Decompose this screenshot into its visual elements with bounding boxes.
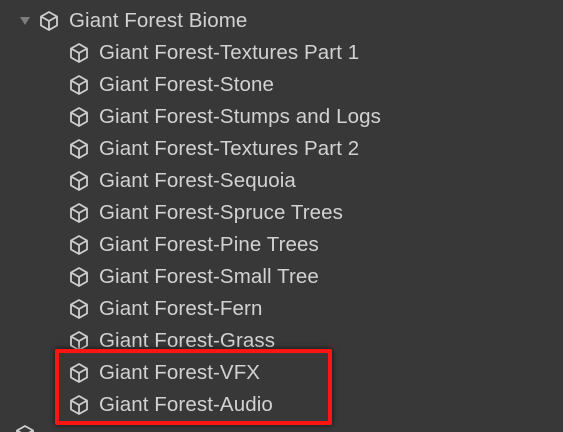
hierarchy-item-giant-forest-stumps-and-logs[interactable]: Giant Forest-Stumps and Logs: [68, 102, 381, 132]
red-highlight-box: [55, 349, 332, 425]
hierarchy-item-giant-forest-stone[interactable]: Giant Forest-Stone: [68, 70, 274, 100]
prefab-cube-icon: [68, 74, 90, 96]
hierarchy-item-giant-forest-sequoia[interactable]: Giant Forest-Sequoia: [68, 166, 296, 196]
hierarchy-item-label: Giant Forest-Sequoia: [99, 169, 296, 192]
prefab-cube-icon: [38, 10, 60, 32]
prefab-cube-icon: [14, 424, 36, 432]
hierarchy-item-giant-forest-fern[interactable]: Giant Forest-Fern: [68, 294, 262, 324]
hierarchy-item-label: Giant Forest-Small Tree: [99, 265, 319, 288]
hierarchy-item-label: Giant Forest-Spruce Trees: [99, 201, 344, 224]
hierarchy-item-label: Giant Forest-Textures Part 1: [99, 41, 360, 64]
prefab-cube-icon: [68, 266, 90, 288]
hierarchy-item-label: Giant Forest-Stone: [99, 73, 274, 96]
hierarchy-item-giant-forest-small-tree[interactable]: Giant Forest-Small Tree: [68, 262, 319, 292]
hierarchy-item-label: Giant Forest Biome: [69, 9, 248, 32]
prefab-cube-icon: [68, 202, 90, 224]
hierarchy-item-label: Giant Forest-Textures Part 2: [99, 137, 360, 160]
prefab-cube-icon: [68, 170, 90, 192]
hierarchy-item-giant-forest-textures-part-2[interactable]: Giant Forest-Textures Part 2: [68, 134, 359, 164]
hierarchy-item-giant-forest-textures-part-1[interactable]: Giant Forest-Textures Part 1: [68, 38, 359, 68]
prefab-cube-icon: [68, 106, 90, 128]
hierarchy-item-giant-forest-biome[interactable]: Giant Forest Biome: [18, 6, 247, 36]
hierarchy-item-label: Giant Forest-Fern: [99, 297, 263, 320]
prefab-cube-icon: [68, 42, 90, 64]
hierarchy-panel: Giant Forest Biome Giant Forest-Textures…: [0, 0, 563, 432]
hierarchy-item-giant-forest-pine-trees[interactable]: Giant Forest-Pine Trees: [68, 230, 319, 260]
prefab-cube-icon: [68, 234, 90, 256]
hierarchy-item-label: Giant Forest-Stumps and Logs: [99, 105, 381, 128]
prefab-cube-icon: [68, 298, 90, 320]
hierarchy-item-giant-forest-spruce-trees[interactable]: Giant Forest-Spruce Trees: [68, 198, 343, 228]
hierarchy-item-label: Giant Forest-Pine Trees: [99, 233, 319, 256]
partial-row-bottom[interactable]: [14, 424, 42, 432]
prefab-cube-icon: [68, 138, 90, 160]
expand-arrow-icon[interactable]: [18, 14, 32, 28]
